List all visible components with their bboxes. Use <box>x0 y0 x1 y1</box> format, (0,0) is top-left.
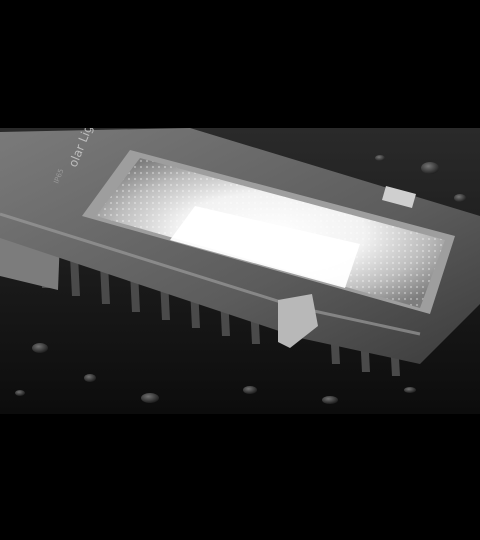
letterbox-bottom <box>0 414 480 540</box>
photo-canvas: olar Light IP65 <box>0 128 480 414</box>
solar-light-photo: olar Light IP65 <box>0 128 480 414</box>
letterbox-top <box>0 0 480 128</box>
